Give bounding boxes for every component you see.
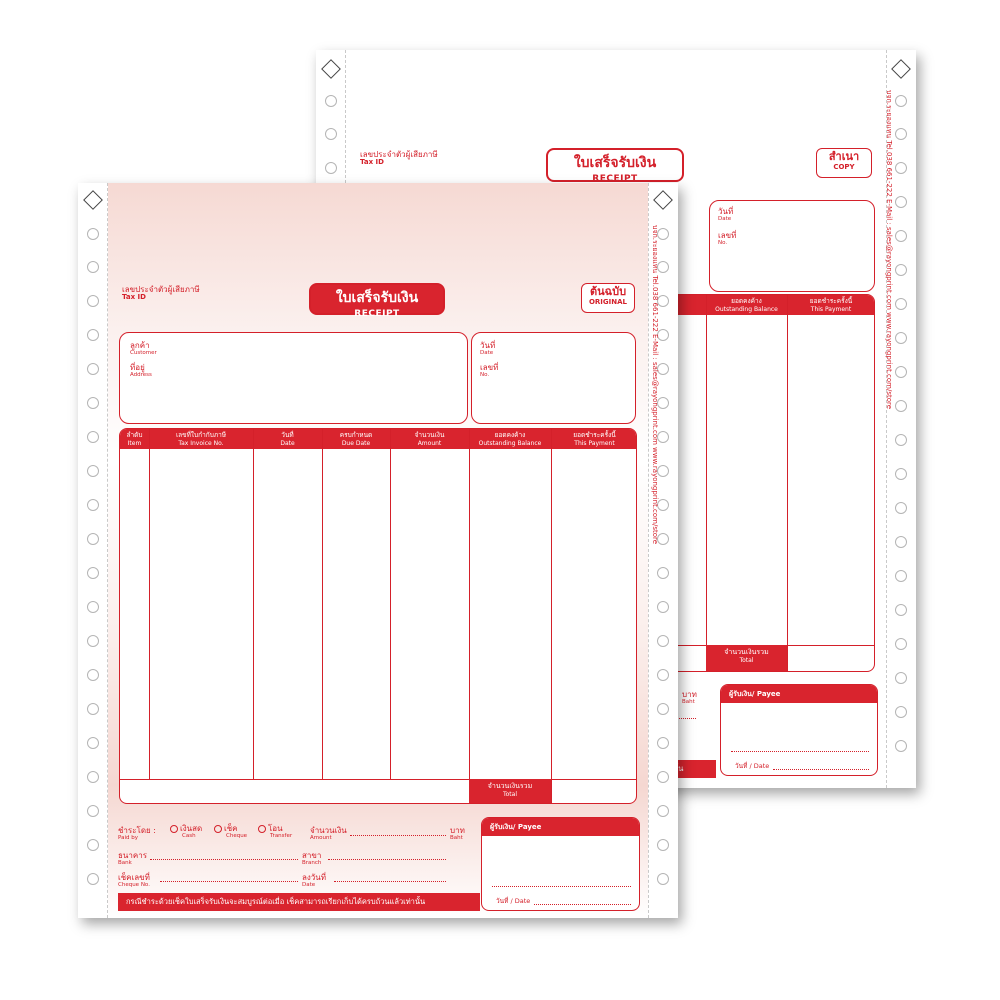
receipt-original-sheet: เลขประจำตัวผู้เสียภาษี Tax ID ใบเสร็จรับ… bbox=[78, 183, 678, 918]
date-no-box: วันที่ Date เลขที่ No. bbox=[471, 332, 636, 424]
amount-label: จำนวนเงิน Amount bbox=[310, 826, 347, 841]
branch-field[interactable] bbox=[328, 859, 446, 860]
tax-id-label: เลขประจำตัวผู้เสียภาษี Tax ID bbox=[122, 285, 200, 301]
date-no-box: วันที่ Date เลขที่ No. bbox=[709, 200, 875, 292]
alignment-mark-icon bbox=[321, 59, 341, 79]
payee-box-copy: ผู้รับเงิน/ Payee วันที่ / Date bbox=[720, 684, 878, 776]
alignment-mark-icon bbox=[891, 59, 911, 79]
bank-field[interactable] bbox=[150, 859, 298, 860]
branch-label: สาขา Branch bbox=[302, 851, 322, 866]
items-table-copy: ยอดคงค้าง Outstanding Balance ยอดชำระครั้… bbox=[656, 294, 875, 672]
receipt-title: ใบเสร็จรับเงิน RECEIPT bbox=[309, 283, 445, 319]
left-tractor-strip bbox=[78, 183, 108, 918]
col-outstanding: ยอดคงค้าง Outstanding Balance bbox=[478, 431, 542, 447]
receipt-title: ใบเสร็จรับเงิน RECEIPT bbox=[546, 148, 684, 184]
amount-field[interactable] bbox=[350, 835, 446, 836]
col-tax-invoice: เลขที่ใบกำกับภาษี Tax Invoice No. bbox=[175, 431, 227, 447]
cheque-radio[interactable] bbox=[214, 824, 222, 833]
footer-note: กรณีชำระด้วยเช็คใบเสร็จรับเงินจะสมบูรณ์ต… bbox=[118, 893, 480, 911]
col-date: วันที่ Date bbox=[280, 431, 295, 447]
dated-label: ลงวันที่ Date bbox=[302, 873, 327, 888]
payee-box: ผู้รับเงิน/ Payee วันที่ / Date bbox=[481, 817, 640, 911]
col-amount: จำนวนเงิน Amount bbox=[414, 431, 445, 447]
col-this-payment: ยอดชำระครั้งนี้ This Payment bbox=[573, 431, 616, 447]
transfer-radio[interactable] bbox=[258, 824, 266, 833]
copy-tag: สำเนา COPY bbox=[816, 148, 872, 178]
col-due-date: ครบกำหนด Due Date bbox=[339, 431, 373, 447]
transfer-option[interactable]: โอน Transfer bbox=[258, 824, 292, 839]
alignment-mark-icon bbox=[653, 190, 673, 210]
alignment-mark-icon bbox=[83, 190, 103, 210]
tax-id-label: เลขประจำตัวผู้เสียภาษี Tax ID bbox=[360, 150, 438, 166]
total-cell: จำนวนเงินรวม Total bbox=[469, 779, 551, 803]
cash-option[interactable]: เงินสด Cash bbox=[170, 824, 202, 839]
side-contact-text: บจก.ระยองแทน Tel.038 661-222 E-Mail : sa… bbox=[651, 225, 659, 545]
side-contact-text: บจก.ระยองแทน Tel.038 661-222 E-Mail : sa… bbox=[885, 90, 893, 410]
original-tag: ต้นฉบับ ORIGINAL bbox=[581, 283, 635, 313]
col-item: ลำดับ Item bbox=[126, 431, 143, 447]
payee-date-field[interactable] bbox=[534, 904, 631, 905]
cheque-option[interactable]: เช็ค Cheque bbox=[214, 824, 247, 839]
cheque-no-field[interactable] bbox=[160, 881, 298, 882]
cheque-no-label: เช็คเลขที่ Cheque No. bbox=[118, 873, 150, 888]
total-cell: จำนวนเงินรวม Total bbox=[706, 645, 787, 671]
dated-field[interactable] bbox=[334, 881, 446, 882]
payee-signature-field[interactable] bbox=[492, 886, 631, 887]
bank-label: ธนาคาร Bank bbox=[118, 851, 147, 866]
paid-by-label: ชำระโดย : Paid by bbox=[118, 826, 156, 841]
items-table: ลำดับ Item เลขที่ใบกำกับภาษี Tax Invoice N… bbox=[119, 428, 637, 804]
customer-box: ลูกค้า Customer ที่อยู่ Address bbox=[119, 332, 468, 424]
baht-label: บาท Baht bbox=[450, 826, 465, 841]
cash-radio[interactable] bbox=[170, 824, 178, 833]
